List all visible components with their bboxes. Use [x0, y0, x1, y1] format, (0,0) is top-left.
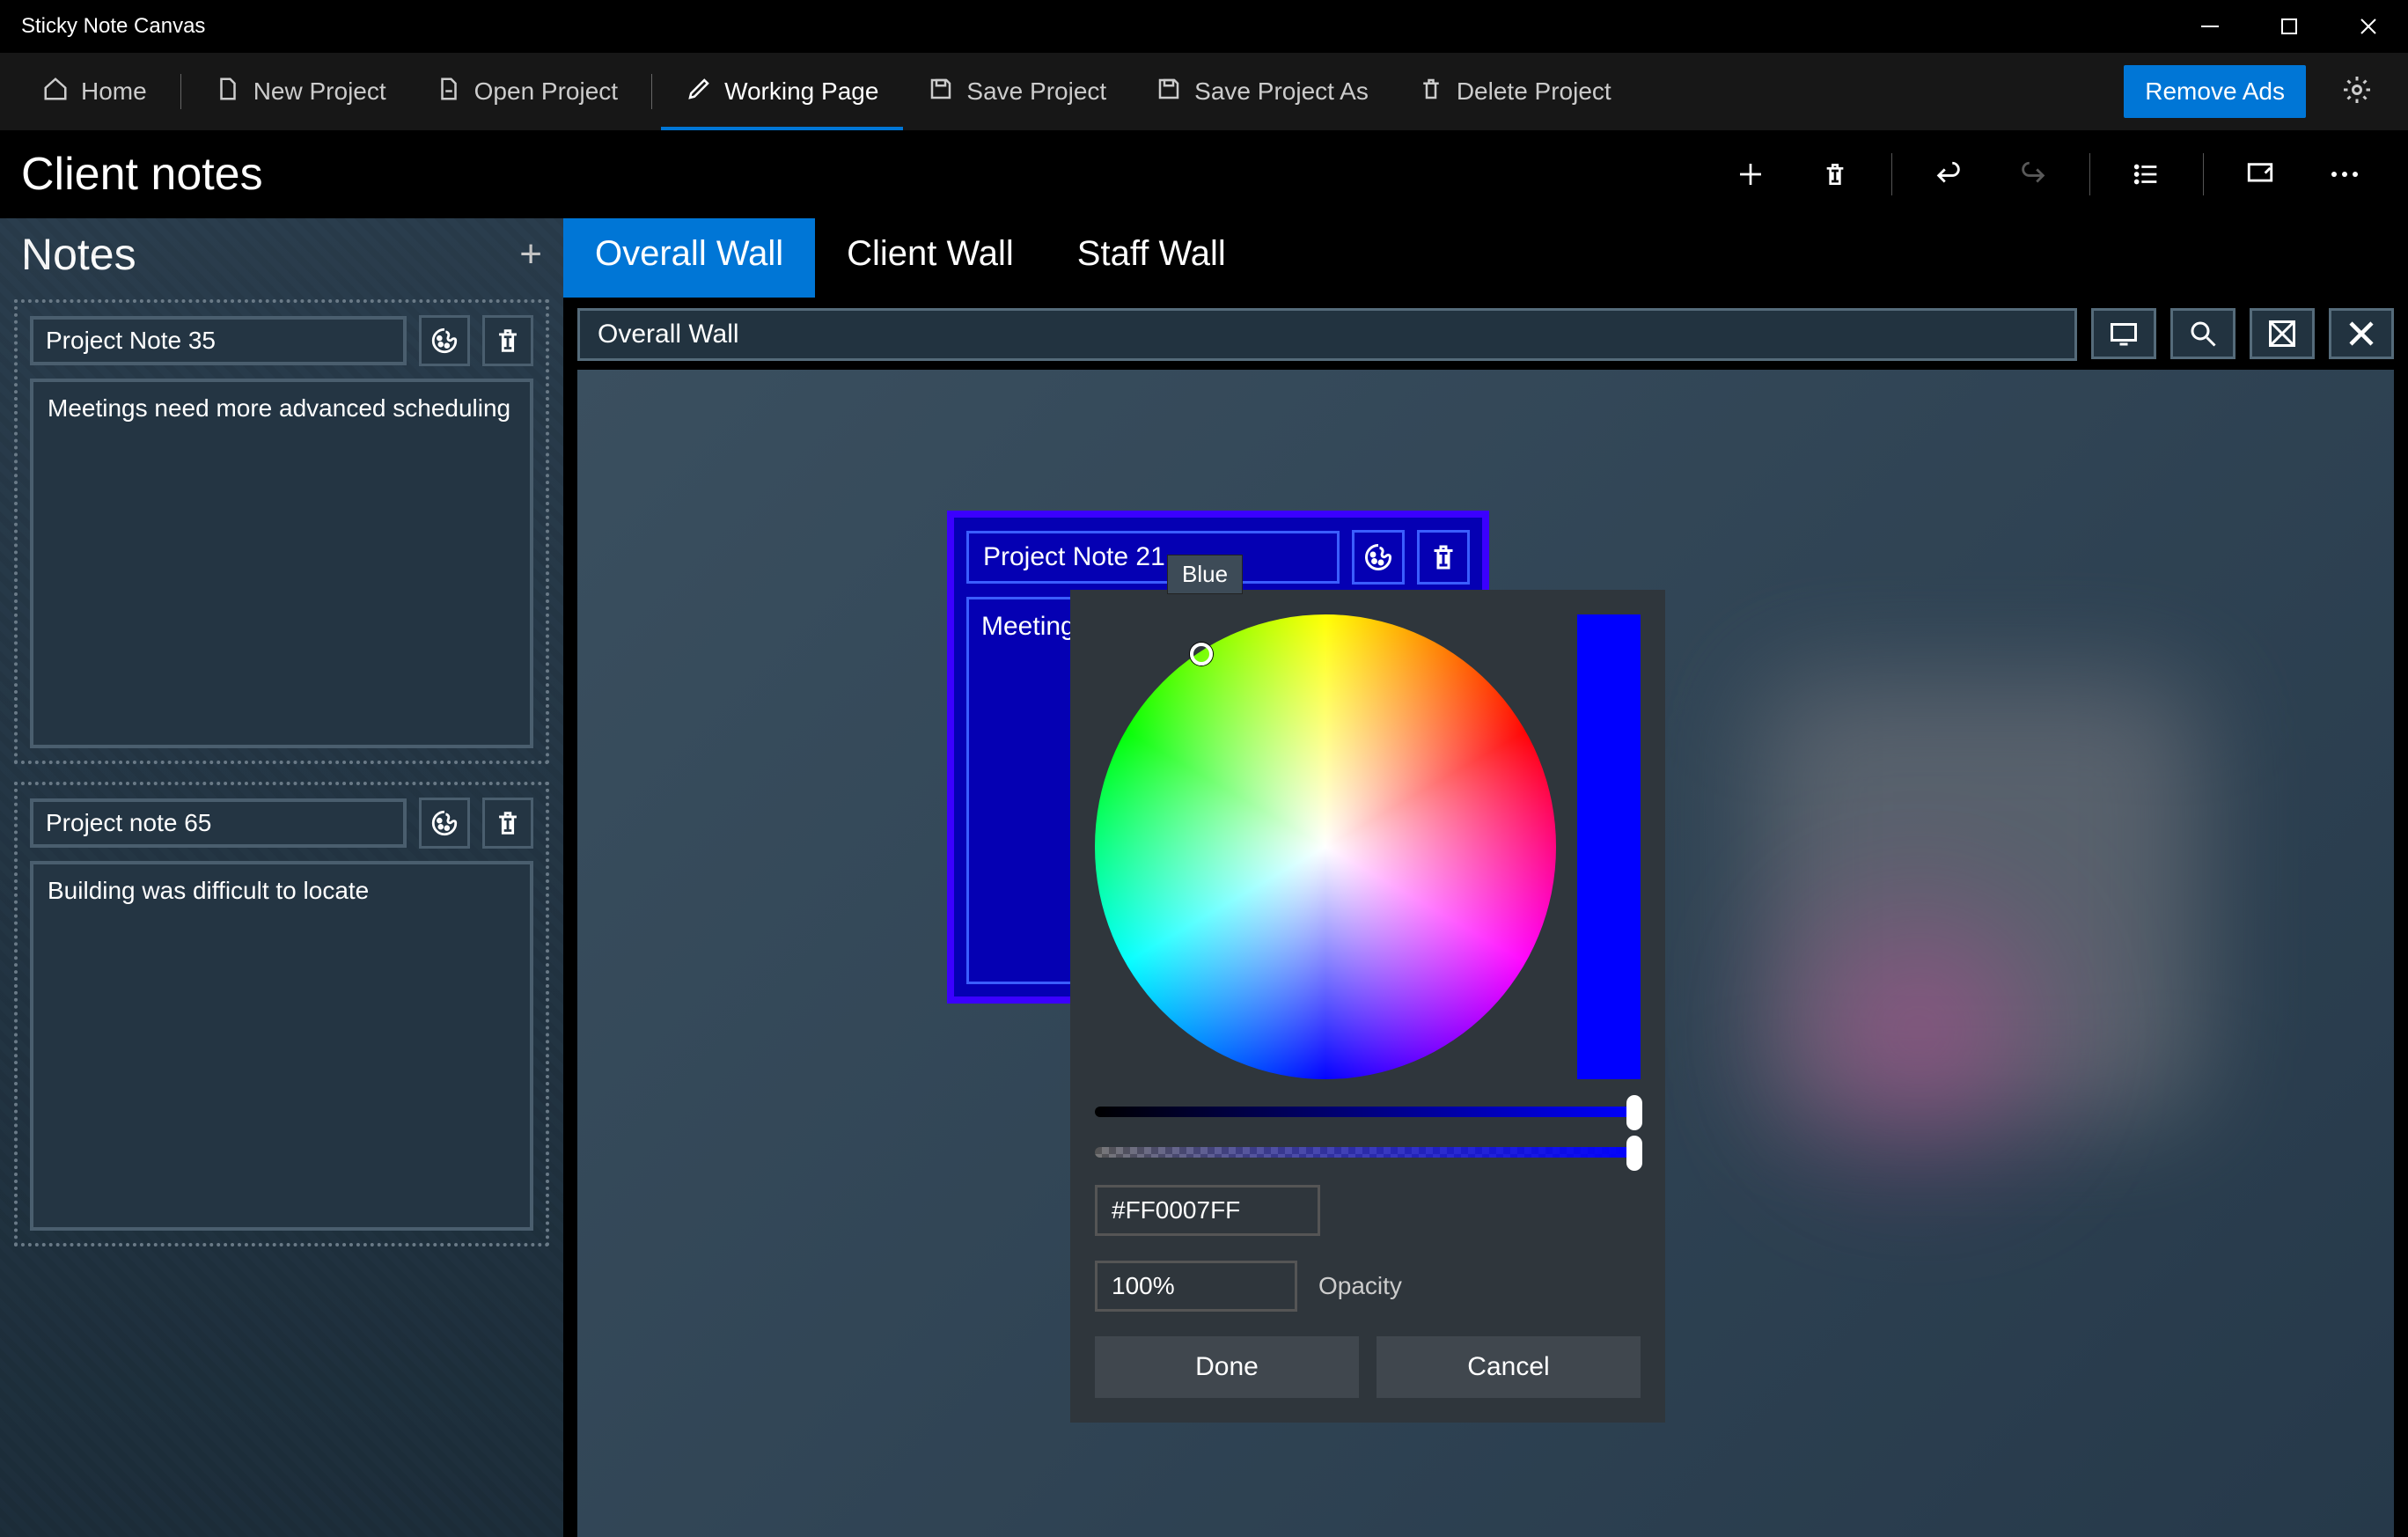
- wall-name-input[interactable]: [577, 308, 2077, 361]
- blurred-note: [1822, 933, 2015, 1127]
- note-card[interactable]: Building was difficult to locate: [14, 782, 549, 1247]
- search-button[interactable]: [2170, 308, 2235, 359]
- minimize-button[interactable]: [2170, 0, 2250, 53]
- color-wheel[interactable]: [1095, 614, 1556, 1079]
- tab-overall-wall[interactable]: Overall Wall: [563, 218, 815, 298]
- canvas-column: Overall Wall Client Wall Staff Wall Meet…: [563, 218, 2408, 1537]
- palette-icon[interactable]: [419, 315, 470, 366]
- menu-working-page[interactable]: Working Page: [661, 53, 903, 130]
- slider-thumb[interactable]: [1626, 1095, 1642, 1130]
- wall-toolbar: [563, 298, 2408, 361]
- opacity-slider[interactable]: [1095, 1144, 1641, 1160]
- add-note-button[interactable]: +: [519, 232, 542, 276]
- tab-staff-wall[interactable]: Staff Wall: [1046, 218, 1258, 298]
- note-body[interactable]: Building was difficult to locate: [30, 861, 533, 1231]
- fit-screen-button[interactable]: [2091, 308, 2156, 359]
- titlebar: Sticky Note Canvas: [0, 0, 2408, 53]
- wall-tabs: Overall Wall Client Wall Staff Wall: [563, 218, 2408, 298]
- menu-label: Save Project As: [1194, 77, 1369, 106]
- delete-button[interactable]: [1793, 130, 1877, 218]
- menu-label: Delete Project: [1457, 77, 1611, 106]
- tab-client-wall[interactable]: Client Wall: [815, 218, 1046, 298]
- color-picker-popup: Opacity Done Cancel: [1070, 590, 1665, 1423]
- file-open-icon: [436, 76, 462, 108]
- close-wall-button[interactable]: [2329, 308, 2394, 359]
- save-as-icon: [1156, 76, 1182, 108]
- note-title-input[interactable]: [30, 316, 407, 365]
- sidebar-title: Notes: [21, 229, 136, 280]
- separator: [2203, 153, 2204, 195]
- slider-thumb[interactable]: [1626, 1136, 1642, 1171]
- brightness-slider[interactable]: [1095, 1104, 1641, 1120]
- undo-button[interactable]: [1906, 130, 1991, 218]
- list-button[interactable]: [2104, 130, 2189, 218]
- menu-new-project[interactable]: New Project: [190, 53, 411, 130]
- window-controls: [2170, 0, 2408, 53]
- menu-label: Open Project: [474, 77, 618, 106]
- page-header: Client notes: [0, 130, 2408, 218]
- present-button[interactable]: [2218, 130, 2302, 218]
- menu-home[interactable]: Home: [18, 53, 172, 130]
- sidebar-header: Notes +: [0, 218, 563, 290]
- opacity-label: Opacity: [1318, 1272, 1402, 1300]
- note-card[interactable]: Meetings need more advanced scheduling: [14, 299, 549, 764]
- color-tooltip: Blue: [1167, 555, 1243, 594]
- opacity-input[interactable]: [1095, 1261, 1297, 1312]
- menu-label: Save Project: [966, 77, 1106, 106]
- more-button[interactable]: [2302, 130, 2387, 218]
- window-title: Sticky Note Canvas: [21, 14, 205, 39]
- canvas[interactable]: Meeting Blue: [577, 370, 2394, 1537]
- main: Notes + Meetings need more advanced sche…: [0, 218, 2408, 1537]
- notes-sidebar: Notes + Meetings need more advanced sche…: [0, 218, 563, 1537]
- menu-label: Home: [81, 77, 147, 106]
- separator: [1891, 153, 1892, 195]
- file-icon: [215, 76, 241, 108]
- cancel-button[interactable]: Cancel: [1377, 1336, 1641, 1398]
- menu-save-project[interactable]: Save Project: [903, 53, 1131, 130]
- color-wheel-selector[interactable]: [1190, 643, 1213, 666]
- add-button[interactable]: [1708, 130, 1793, 218]
- palette-icon[interactable]: [1352, 530, 1405, 585]
- menu-open-project[interactable]: Open Project: [411, 53, 642, 130]
- trash-icon: [1418, 76, 1444, 108]
- value-strip[interactable]: [1577, 614, 1641, 1079]
- separator: [180, 74, 181, 109]
- grid-off-button[interactable]: [2250, 308, 2315, 359]
- close-button[interactable]: [2329, 0, 2408, 53]
- trash-icon[interactable]: [482, 798, 533, 849]
- separator: [651, 74, 652, 109]
- redo-button[interactable]: [1991, 130, 2075, 218]
- settings-button[interactable]: [2324, 74, 2390, 110]
- menubar: Home New Project Open Project Working Pa…: [0, 53, 2408, 130]
- pencil-icon: [686, 76, 712, 108]
- palette-icon[interactable]: [419, 798, 470, 849]
- menu-delete-project[interactable]: Delete Project: [1393, 53, 1636, 130]
- canvas-note-title-input[interactable]: [966, 531, 1340, 584]
- remove-ads-button[interactable]: Remove Ads: [2124, 65, 2306, 118]
- home-icon: [42, 76, 69, 108]
- menu-label: Working Page: [724, 77, 878, 106]
- save-icon: [928, 76, 954, 108]
- menu-label: New Project: [253, 77, 386, 106]
- note-title-input[interactable]: [30, 798, 407, 848]
- separator: [2089, 153, 2090, 195]
- note-body[interactable]: Meetings need more advanced scheduling: [30, 379, 533, 748]
- maximize-button[interactable]: [2250, 0, 2329, 53]
- trash-icon[interactable]: [482, 315, 533, 366]
- page-title: Client notes: [21, 148, 263, 201]
- trash-icon[interactable]: [1417, 530, 1470, 585]
- done-button[interactable]: Done: [1095, 1336, 1359, 1398]
- hex-input[interactable]: [1095, 1185, 1320, 1236]
- menu-save-project-as[interactable]: Save Project As: [1131, 53, 1393, 130]
